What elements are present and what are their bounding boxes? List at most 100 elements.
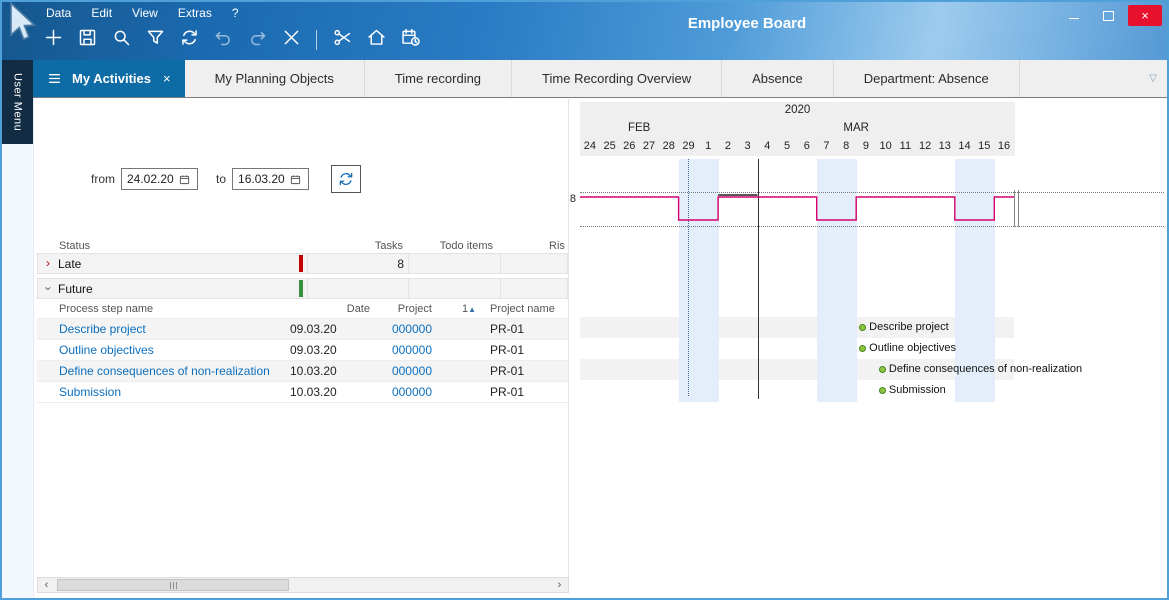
side-strip: User Menu <box>2 60 34 598</box>
tab-my-activities[interactable]: My Activities × <box>33 60 185 97</box>
undo-button[interactable] <box>212 29 234 51</box>
menu-item-extras[interactable]: Extras <box>178 6 212 20</box>
horizontal-scrollbar: ‹ › <box>37 577 569 593</box>
project-link[interactable]: 000000 <box>370 364 432 378</box>
group-row-future[interactable]: ›Future <box>37 278 568 299</box>
scrollbar-track[interactable] <box>55 578 551 592</box>
delete-button[interactable] <box>280 29 302 51</box>
tab-label: Time Recording Overview <box>542 71 691 86</box>
project-link[interactable]: 000000 <box>370 322 432 336</box>
group-todo-count <box>408 279 500 298</box>
home-icon <box>366 27 387 53</box>
gantt-timescale: 2020 FEBMAR 2425262728291234567891011121… <box>580 102 1015 156</box>
tabbar-dropdown-icon[interactable]: ▽ <box>1149 73 1167 84</box>
col-project[interactable]: Project <box>370 303 432 315</box>
col-risks[interactable]: Ris <box>499 240 568 252</box>
to-date-field[interactable] <box>232 168 309 190</box>
tools-button[interactable] <box>331 29 353 51</box>
day-label: 12 <box>915 138 935 156</box>
add-icon <box>43 27 64 53</box>
col-process-step-name[interactable]: Process step name <box>37 303 290 315</box>
day-label: 2 <box>718 138 738 156</box>
project-name: PR-01 <box>480 385 568 399</box>
undo-icon <box>213 27 234 53</box>
grid-rows: Describe project09.03.20000000PR-01Outli… <box>37 319 568 403</box>
scroll-left-button[interactable]: ‹ <box>38 578 55 592</box>
tab-close-icon[interactable]: × <box>163 71 171 86</box>
to-date-input[interactable] <box>233 172 290 186</box>
collapse-icon[interactable]: › <box>39 279 58 299</box>
col-date[interactable]: Date <box>290 303 370 315</box>
user-menu-tab[interactable]: User Menu <box>2 60 33 144</box>
timescale-days: 24252627282912345678910111213141516 <box>580 138 1015 156</box>
sort-asc-icon: ▲ <box>468 305 476 314</box>
tab-time-recording-overview[interactable]: Time Recording Overview <box>512 60 722 97</box>
day-label: 16 <box>994 138 1014 156</box>
table-row[interactable]: Define consequences of non-realization10… <box>37 361 568 382</box>
calendar-icon[interactable] <box>290 174 301 185</box>
menu-item-data[interactable]: Data <box>46 6 71 20</box>
group-label: Late <box>58 257 299 271</box>
add-button[interactable] <box>42 29 64 51</box>
day-label: 7 <box>817 138 837 156</box>
scroll-right-button[interactable]: › <box>551 578 568 592</box>
tab-bar: My Activities × My Planning ObjectsTime re… <box>33 60 1167 98</box>
home-button[interactable] <box>365 29 387 51</box>
process-step-link[interactable]: Submission <box>37 385 290 399</box>
save-button[interactable] <box>76 29 98 51</box>
project-link[interactable]: 000000 <box>370 385 432 399</box>
tab-menu-icon[interactable] <box>47 72 62 85</box>
project-link[interactable]: 000000 <box>370 343 432 357</box>
expand-icon[interactable]: › <box>38 254 58 273</box>
filter-button[interactable] <box>144 29 166 51</box>
month-label-mar: MAR <box>698 119 1014 138</box>
row-date: 09.03.20 <box>290 322 370 336</box>
close-button[interactable]: × <box>1128 5 1162 26</box>
col-project-name[interactable]: Project name <box>480 303 568 315</box>
calendar-icon[interactable] <box>179 174 190 185</box>
tab-department-absence[interactable]: Department: Absence <box>834 60 1020 97</box>
planning-board-button[interactable] <box>399 29 421 51</box>
table-row[interactable]: Outline objectives09.03.20000000PR-01 <box>37 340 568 361</box>
group-tasks-count: 8 <box>307 254 408 273</box>
capacity-axis-label: 8 <box>556 193 576 205</box>
day-label: 26 <box>619 138 639 156</box>
tab-label: My Activities <box>72 71 151 86</box>
menu-item-view[interactable]: View <box>132 6 158 20</box>
maximize-button[interactable] <box>1094 5 1122 26</box>
refresh-button[interactable] <box>178 29 200 51</box>
group-tasks-count <box>307 279 408 298</box>
day-label: 11 <box>896 138 916 156</box>
from-date-field[interactable] <box>121 168 198 190</box>
scrollbar-thumb[interactable] <box>57 579 289 591</box>
toolbar <box>42 29 421 51</box>
col-tasks[interactable]: Tasks <box>306 240 407 252</box>
milestone-label: Describe project <box>869 321 948 333</box>
redo-button[interactable] <box>246 29 268 51</box>
process-step-link[interactable]: Define consequences of non-realization <box>37 364 290 378</box>
table-row[interactable]: Describe project09.03.20000000PR-01 <box>37 319 568 340</box>
tab-time-recording[interactable]: Time recording <box>365 60 512 97</box>
search-button[interactable] <box>110 29 132 51</box>
milestone-icon[interactable] <box>879 387 886 394</box>
row-date: 10.03.20 <box>290 364 370 378</box>
from-date-input[interactable] <box>122 172 179 186</box>
activities-pane: from to Status Tasks <box>37 99 569 577</box>
sort-indicator[interactable]: 1▲ <box>432 303 480 315</box>
tab-my-planning-objects[interactable]: My Planning Objects <box>185 60 365 97</box>
milestone-icon[interactable] <box>879 366 886 373</box>
date-filter: from to <box>91 165 361 193</box>
process-step-link[interactable]: Describe project <box>37 322 290 336</box>
col-todo-items[interactable]: Todo items <box>407 240 499 252</box>
minimize-button[interactable] <box>1060 5 1088 26</box>
process-step-link[interactable]: Outline objectives <box>37 343 290 357</box>
col-status[interactable]: Status <box>37 240 298 252</box>
day-label: 10 <box>876 138 896 156</box>
day-label: 24 <box>580 138 600 156</box>
apply-period-button[interactable] <box>331 165 361 193</box>
group-row-late[interactable]: ›Late 8 <box>37 253 568 274</box>
tab-absence[interactable]: Absence <box>722 60 834 97</box>
menu-item-help[interactable]: ? <box>232 6 239 20</box>
table-row[interactable]: Submission10.03.20000000PR-01 <box>37 382 568 403</box>
menu-item-edit[interactable]: Edit <box>91 6 112 20</box>
